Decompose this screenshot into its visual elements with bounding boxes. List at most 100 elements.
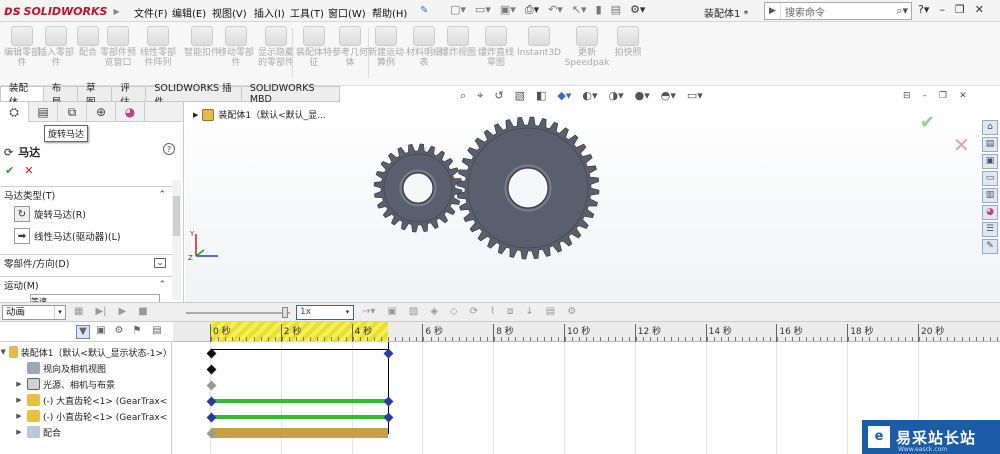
- rotary-motor-option[interactable]: ↻ 旋转马达(R): [14, 206, 86, 222]
- cancel-button[interactable]: ✕: [24, 164, 33, 177]
- tab-layout[interactable]: 布局: [43, 83, 78, 108]
- pin-icon[interactable]: ✎: [420, 5, 428, 16]
- expand-icon[interactable]: ▼: [0, 348, 6, 356]
- tab-addins[interactable]: SOLIDWORKS 插件: [146, 83, 242, 108]
- property-manager-tab-icon[interactable]: ▤: [29, 102, 58, 122]
- zoom-to-fit-icon[interactable]: ⌕: [460, 89, 466, 103]
- slider-knob[interactable]: [282, 307, 288, 318]
- tab-evaluate[interactable]: 评估: [112, 83, 147, 108]
- dropdown-icon[interactable]: ▾: [54, 306, 65, 319]
- explode-line-sketch-button[interactable]: 爆炸直线草图: [474, 26, 518, 68]
- spring-icon[interactable]: ⌇: [490, 306, 495, 317]
- help-icon[interactable]: ?▾: [918, 3, 929, 16]
- search-input[interactable]: 搜索命令: [781, 4, 896, 19]
- solidworks-logo[interactable]: ᴅs SOLIDWORKS ▶: [4, 3, 120, 19]
- expand-icon[interactable]: ▶: [14, 412, 24, 420]
- search-box[interactable]: ▶ 搜索命令 ⌕▾: [764, 2, 912, 20]
- feature-manager-tab-icon[interactable]: ⛭: [0, 102, 29, 122]
- take-snapshot-button[interactable]: 拍快照: [606, 26, 650, 58]
- play-icon[interactable]: ▶: [119, 306, 127, 317]
- resources-icon[interactable]: ▤: [982, 137, 998, 152]
- appearance-icon[interactable]: ●▾: [635, 89, 650, 103]
- move-component-button[interactable]: 移动零部件: [214, 26, 258, 68]
- appearances-icon[interactable]: ◕: [982, 205, 998, 220]
- tree-row-lights[interactable]: ▶ 光源、相机与布景: [0, 376, 172, 392]
- filter-results-icon[interactable]: ⚑: [130, 325, 144, 339]
- add-key-icon[interactable]: ◇: [450, 306, 458, 317]
- file-explorer-icon[interactable]: ▭: [982, 171, 998, 186]
- linear-pattern-button[interactable]: 线性零部件阵列: [136, 26, 180, 68]
- section-motor-type[interactable]: 马达类型(T) ⌃: [0, 186, 172, 202]
- confirm-corner-ok-icon[interactable]: ✔: [920, 112, 935, 133]
- menu-view[interactable]: 视图(V): [212, 5, 247, 20]
- collapse-icon[interactable]: ⌃: [158, 280, 166, 290]
- dimxpert-tab-icon[interactable]: ⊕: [87, 102, 116, 122]
- playback-speed-select[interactable]: 1x ▾: [296, 305, 354, 320]
- new-icon[interactable]: ▢▾: [450, 3, 466, 17]
- component-preview-button[interactable]: 零部件预览窗口: [96, 26, 140, 68]
- print-icon[interactable]: ⎙▾: [525, 3, 539, 17]
- view-orientation-icon[interactable]: ◆▾: [557, 89, 571, 103]
- study-type-select[interactable]: 动画 ▾: [2, 305, 66, 320]
- scene-icon[interactable]: ◓▾: [661, 89, 676, 103]
- menu-window[interactable]: 窗口(W): [328, 5, 366, 20]
- viewport-restore-icon[interactable]: ❐: [939, 91, 947, 101]
- time-ruler[interactable]: 0 秒 2 秒 4 秒 6 秒 8 秒 10 秒 12 秒 14 秒 16 秒 18 秒 20 秒: [173, 322, 1000, 342]
- expand-icon[interactable]: ▶: [14, 428, 24, 436]
- keyframe-start[interactable]: [206, 364, 216, 374]
- animation-wizard-icon[interactable]: ▧: [409, 306, 418, 317]
- view-palette-icon[interactable]: ▥: [982, 188, 998, 203]
- autokey-icon[interactable]: ◈: [430, 306, 438, 317]
- file-properties-icon[interactable]: ▤: [611, 3, 621, 17]
- ok-button[interactable]: ✔: [5, 164, 14, 177]
- flyout-feature-tree[interactable]: ▶ 装配体1（默认<默认_显...: [193, 108, 326, 121]
- motion-bar[interactable]: [211, 415, 388, 419]
- zoom-area-icon[interactable]: ⌖: [477, 89, 483, 103]
- design-library-icon[interactable]: ▣: [982, 154, 998, 169]
- expand-icon[interactable]: ⌄: [154, 257, 166, 268]
- close-icon[interactable]: ✕: [975, 3, 984, 16]
- keyframe-end[interactable]: [383, 348, 393, 358]
- panel-scrollbar[interactable]: [172, 180, 181, 300]
- collapse-all-icon[interactable]: ▤: [150, 325, 164, 339]
- filter-animated-icon[interactable]: ▼: [76, 325, 90, 339]
- viewport-minimize-icon[interactable]: –: [923, 91, 928, 101]
- home-icon[interactable]: ⌂: [982, 120, 998, 135]
- keyframe-end[interactable]: [383, 412, 393, 422]
- section-motion[interactable]: 运动(M) ⌃: [0, 276, 172, 292]
- search-scope-icon[interactable]: ▶: [765, 3, 781, 19]
- display-manager-tab-icon[interactable]: ◕: [116, 102, 145, 122]
- display-style-icon[interactable]: ◐▾: [582, 89, 597, 103]
- collapse-icon[interactable]: ⌃: [158, 190, 166, 200]
- instant3d-button[interactable]: Instant3D: [514, 26, 564, 58]
- config-manager-tab-icon[interactable]: ⧉: [58, 102, 87, 122]
- dynamic-annotation-icon[interactable]: ◧: [536, 89, 546, 103]
- keyframe-start[interactable]: [206, 396, 216, 406]
- stop-icon[interactable]: ■: [138, 306, 147, 317]
- gear-model[interactable]: [370, 112, 610, 272]
- menu-help[interactable]: 帮助(H): [372, 5, 407, 20]
- view-settings-icon[interactable]: ▭▾: [687, 89, 703, 103]
- rebuild-icon[interactable]: ▮: [596, 3, 602, 17]
- minimize-icon[interactable]: –: [939, 3, 945, 16]
- tree-row-small-gear[interactable]: ▶ (-) 小直齿轮<1> (GearTrax<: [0, 408, 172, 424]
- menu-edit[interactable]: 编辑(E): [172, 5, 206, 20]
- search-icon[interactable]: ⌕▾: [896, 4, 911, 18]
- tab-assembly[interactable]: 装配体: [0, 83, 44, 108]
- menu-file[interactable]: 文件(F): [134, 5, 168, 20]
- keyframe-end[interactable]: [383, 396, 393, 406]
- scrollbar-thumb[interactable]: [173, 196, 180, 236]
- filter-selected-icon[interactable]: ⚙: [112, 325, 126, 339]
- expand-icon[interactable]: ▶: [14, 396, 24, 404]
- menu-insert[interactable]: 插入(I): [254, 5, 285, 20]
- tree-row-camera[interactable]: 视向及相机视图: [0, 360, 172, 376]
- tab-mbd[interactable]: SOLIDWORKS MBD: [241, 83, 340, 105]
- previous-view-icon[interactable]: ↺: [494, 89, 503, 103]
- motion-bar[interactable]: [211, 399, 388, 403]
- tab-sketch[interactable]: 草图: [78, 83, 113, 108]
- assembly-duration-line[interactable]: [211, 348, 388, 350]
- large-gear[interactable]: [456, 116, 600, 260]
- tree-row-mates[interactable]: ▶ 配合: [0, 424, 172, 440]
- undo-icon[interactable]: ↶▾: [548, 3, 563, 17]
- keyframe-start[interactable]: [206, 412, 216, 422]
